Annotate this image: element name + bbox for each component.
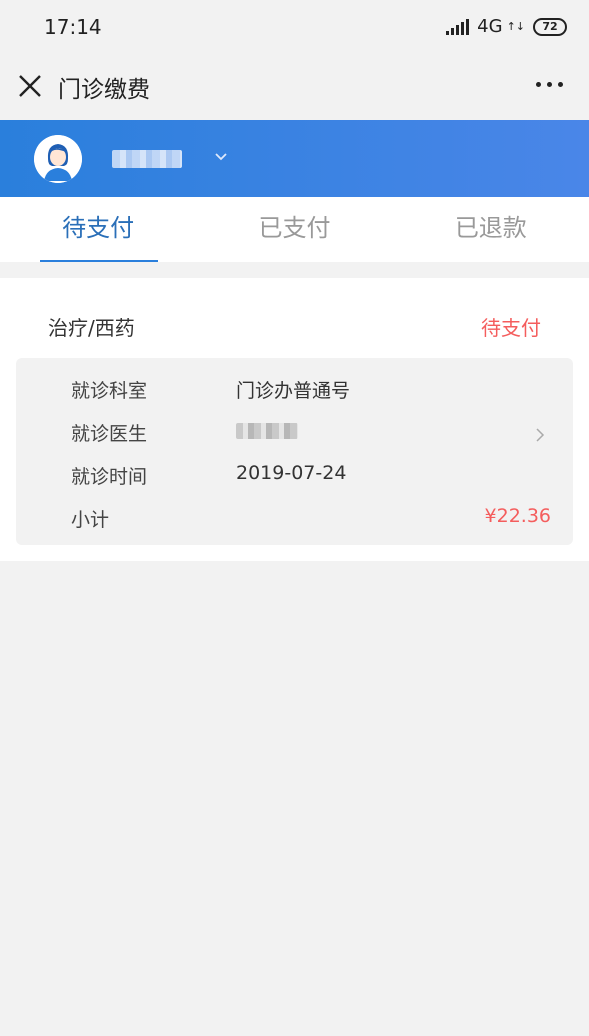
network-label: 4G	[477, 16, 503, 37]
tab-paid[interactable]: 已支付	[196, 197, 392, 262]
doctor-row: 就诊医生	[71, 419, 551, 447]
tab-pending[interactable]: 待支付	[0, 197, 196, 262]
status-indicators: 4G ↑↓ 72	[446, 16, 567, 37]
department-value: 门诊办普通号	[236, 380, 351, 402]
status-bar: 17:14 4G ↑↓ 72	[0, 0, 589, 52]
tab-refunded[interactable]: 已退款	[393, 197, 589, 262]
subtotal-row: 小计 ¥22.36	[71, 505, 551, 533]
bill-category: 治疗/西药	[48, 316, 135, 340]
data-arrows-icon: ↑↓	[506, 20, 525, 33]
bill-card[interactable]: 治疗/西药 待支付 就诊科室 门诊办普通号 就诊医生 就诊时间 2019-07-…	[0, 278, 589, 561]
battery-icon: 72	[533, 17, 567, 36]
doctor-name-redacted	[236, 423, 298, 439]
signal-icon	[446, 18, 470, 35]
chevron-right-icon[interactable]	[535, 427, 545, 443]
doctor-label: 就诊医生	[71, 423, 148, 445]
subtotal-label: 小计	[71, 509, 110, 531]
user-avatar-icon	[34, 135, 82, 183]
nav-bar: 门诊缴费	[0, 52, 589, 120]
date-row: 就诊时间 2019-07-24	[71, 462, 551, 490]
bill-details[interactable]: 就诊科室 门诊办普通号 就诊医生 就诊时间 2019-07-24 小计 ¥22.…	[16, 358, 573, 545]
patient-name-redacted	[112, 150, 182, 168]
chevron-down-icon[interactable]	[214, 152, 228, 162]
patient-selector[interactable]	[0, 120, 589, 197]
date-value: 2019-07-24	[236, 462, 347, 484]
close-icon[interactable]	[16, 72, 44, 100]
subtotal-amount: ¥22.36	[484, 505, 551, 527]
department-row: 就诊科室 门诊办普通号	[71, 376, 551, 404]
tab-bar: 待支付 已支付 已退款	[0, 197, 589, 262]
status-badge: 待支付	[481, 316, 541, 340]
status-time: 17:14	[44, 15, 102, 39]
department-label: 就诊科室	[71, 380, 148, 402]
battery-level: 72	[542, 20, 558, 33]
date-label: 就诊时间	[71, 466, 148, 488]
more-icon[interactable]	[536, 82, 563, 87]
page-title: 门诊缴费	[58, 77, 150, 103]
avatar	[34, 135, 82, 183]
